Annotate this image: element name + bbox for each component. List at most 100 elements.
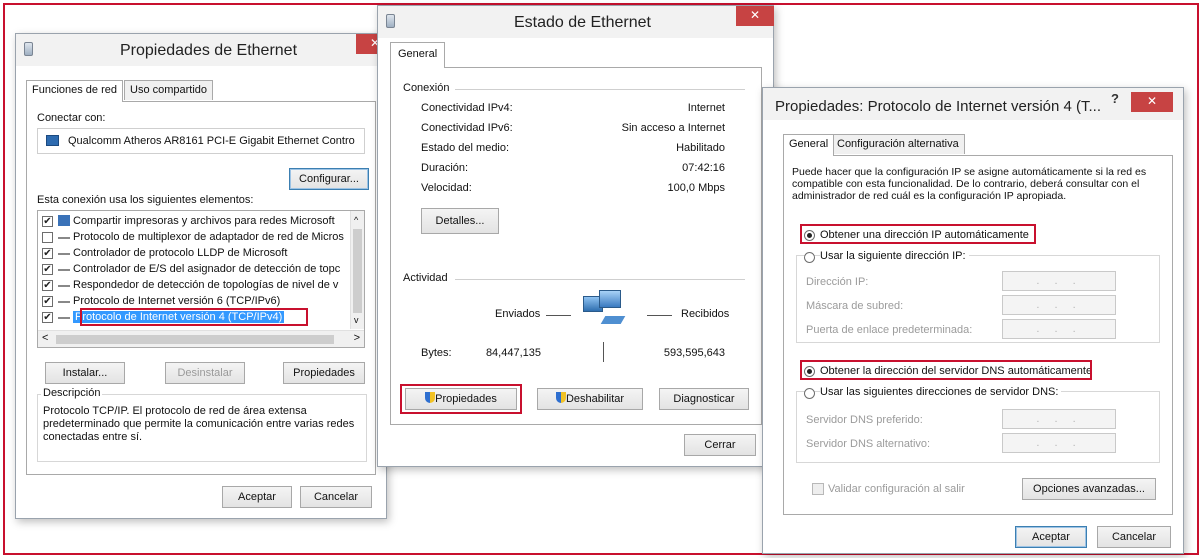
- properties-button[interactable]: Propiedades: [283, 362, 365, 384]
- network-adapter-icon: [24, 42, 33, 56]
- ok-button[interactable]: Aceptar: [1015, 526, 1087, 548]
- manual-dns-radio[interactable]: [804, 388, 815, 399]
- title-bar: Propiedades de Ethernet ✕: [16, 34, 394, 66]
- description-label: Descripción: [41, 387, 103, 399]
- horizontal-scrollbar[interactable]: < >: [38, 330, 364, 347]
- uninstall-button[interactable]: Desinstalar: [165, 362, 245, 384]
- alternate-dns-field[interactable]: . . .: [1002, 433, 1116, 453]
- protocol-icon: [58, 235, 70, 239]
- ipv6-connectivity-label: Conectividad IPv6:: [421, 122, 513, 134]
- list-item[interactable]: ✔ Compartir impresoras y archivos para r…: [42, 214, 342, 230]
- alternate-dns-label: Servidor DNS alternativo:: [806, 438, 931, 450]
- bytes-received-value: 593,595,643: [663, 347, 725, 359]
- ipv4-connectivity-label: Conectividad IPv4:: [421, 102, 513, 114]
- connect-with-label: Conectar con:: [37, 112, 106, 124]
- validate-checkbox[interactable]: [812, 483, 824, 495]
- bytes-divider: [603, 342, 604, 362]
- shield-icon: [555, 392, 566, 403]
- components-list: ✔ Compartir impresoras y archivos para r…: [37, 210, 365, 348]
- scroll-thumb[interactable]: [353, 229, 362, 313]
- protocol-icon: [58, 283, 70, 287]
- ipv6-connectivity-value: Sin acceso a Internet: [621, 122, 725, 134]
- checkbox[interactable]: ✔: [42, 296, 53, 307]
- configure-button[interactable]: Configurar...: [289, 168, 369, 190]
- protocol-icon: [58, 315, 70, 319]
- duration-label: Duración:: [421, 162, 469, 174]
- received-label: Recibidos: [681, 308, 730, 320]
- checkbox[interactable]: ✔: [42, 280, 53, 291]
- bytes-label: Bytes:: [421, 347, 452, 359]
- checkbox[interactable]: ✔: [42, 312, 53, 323]
- gateway-field[interactable]: . . .: [1002, 319, 1116, 339]
- checkbox[interactable]: ✔: [42, 216, 53, 227]
- connection-section-label: Conexión: [403, 82, 450, 94]
- install-button[interactable]: Instalar...: [45, 362, 125, 384]
- speed-label: Velocidad:: [421, 182, 472, 194]
- divider: [455, 89, 745, 90]
- help-button[interactable]: ?: [1111, 91, 1119, 106]
- cancel-button[interactable]: Cancelar: [1097, 526, 1171, 548]
- scroll-thumb-h[interactable]: [56, 335, 334, 344]
- subnet-mask-field[interactable]: . . .: [1002, 295, 1116, 315]
- ipv4-connectivity-value: Internet: [687, 102, 725, 114]
- advanced-options-button[interactable]: Opciones avanzadas...: [1022, 478, 1156, 500]
- details-button[interactable]: Detalles...: [421, 208, 499, 234]
- tab-panel: Conectar con: Qualcomm Atheros AR8161 PC…: [26, 101, 376, 475]
- vertical-scrollbar[interactable]: ^ v: [350, 211, 364, 329]
- sent-label: Enviados: [495, 308, 541, 320]
- adapter-name: Qualcomm Atheros AR8161 PCI-E Gigabit Et…: [68, 135, 355, 147]
- checkbox[interactable]: [42, 232, 53, 243]
- close-button[interactable]: ✕: [736, 6, 774, 26]
- scroll-right-icon[interactable]: >: [354, 332, 360, 344]
- preferred-dns-field[interactable]: . . .: [1002, 409, 1116, 429]
- close-dialog-button[interactable]: Cerrar: [684, 434, 756, 456]
- network-card-icon: [46, 135, 59, 146]
- adapter-box: Qualcomm Atheros AR8161 PCI-E Gigabit Et…: [37, 128, 365, 154]
- sent-line: [546, 315, 571, 316]
- gateway-label: Puerta de enlace predeterminada:: [806, 324, 973, 336]
- ipv4-highlight-box: [80, 308, 308, 326]
- speed-value: 100,0 Mbps: [667, 182, 725, 194]
- tab-general[interactable]: General: [390, 42, 446, 68]
- activity-section-label: Actividad: [403, 272, 448, 284]
- protocol-icon: [58, 299, 70, 303]
- protocol-icon: [58, 251, 70, 255]
- list-item[interactable]: ✔ Controlador de protocolo LLDP de Micro…: [42, 246, 342, 262]
- window-title: Propiedades de Ethernet: [120, 42, 298, 59]
- protocol-icon: [58, 267, 70, 271]
- ok-button[interactable]: Aceptar: [222, 486, 292, 508]
- list-item[interactable]: Protocolo de multiplexor de adaptador de…: [42, 230, 344, 246]
- manual-ip-radio[interactable]: [804, 252, 815, 263]
- scroll-up-icon[interactable]: ^: [354, 215, 358, 225]
- tab-sharing[interactable]: Uso compartido: [124, 80, 214, 100]
- window-title: Propiedades: Protocolo de Internet versi…: [775, 98, 1102, 115]
- elements-label: Esta conexión usa los siguientes element…: [37, 194, 254, 206]
- ip-address-field[interactable]: . . .: [1002, 271, 1116, 291]
- properties-highlight-box: [400, 384, 522, 414]
- manual-dns-label[interactable]: Usar las siguientes direcciones de servi…: [820, 386, 1062, 398]
- diagnose-button[interactable]: Diagnosticar: [659, 388, 749, 410]
- scroll-left-icon[interactable]: <: [42, 332, 48, 344]
- checkbox[interactable]: ✔: [42, 248, 53, 259]
- checkbox[interactable]: ✔: [42, 264, 53, 275]
- printer-share-icon: [58, 215, 70, 226]
- duration-value: 07:42:16: [682, 162, 725, 174]
- subnet-mask-label: Máscara de subred:: [806, 300, 904, 312]
- close-button[interactable]: ✕: [1131, 92, 1173, 112]
- scroll-down-icon[interactable]: v: [354, 315, 359, 325]
- disable-button[interactable]: Deshabilitar: [537, 388, 643, 410]
- manual-ip-label[interactable]: Usar la siguiente dirección IP:: [820, 250, 969, 262]
- network-adapter-icon: [386, 14, 395, 28]
- tab-general[interactable]: General: [783, 134, 835, 156]
- tab-network-functions[interactable]: Funciones de red: [26, 80, 123, 102]
- validate-label: Validar configuración al salir: [828, 483, 965, 495]
- ipv4-properties-window: Propiedades: Protocolo de Internet versi…: [762, 87, 1184, 554]
- list-item[interactable]: ✔ Respondedor de detección de topologías…: [42, 278, 342, 294]
- divider: [455, 279, 745, 280]
- ip-address-label: Dirección IP:: [806, 276, 869, 288]
- title-bar: Estado de Ethernet ✕: [378, 6, 774, 38]
- cancel-button[interactable]: Cancelar: [300, 486, 372, 508]
- tab-alternate-config[interactable]: Configuración alternativa: [831, 134, 965, 154]
- list-item[interactable]: ✔ Controlador de E/S del asignador de de…: [42, 262, 342, 278]
- ethernet-status-window: Estado de Ethernet ✕ General Conexión Co…: [377, 5, 774, 467]
